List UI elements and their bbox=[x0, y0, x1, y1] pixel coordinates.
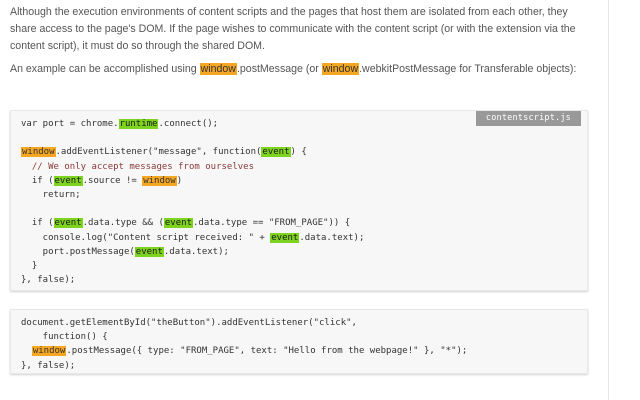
example-text-3: .webkitPostMessage for Transferable obje… bbox=[359, 63, 577, 75]
code-block-webpage[interactable]: document.getElementById("theButton").add… bbox=[10, 309, 588, 374]
code-comment-line: // We only accept messages from ourselve… bbox=[21, 161, 254, 172]
code-filename-tab: contentscript.js bbox=[475, 111, 581, 126]
right-divider bbox=[608, 0, 609, 400]
code-line: var port = chrome.runtime.connect(); bbox=[21, 119, 219, 129]
code-line: window.postMessage({ type: "FROM_PAGE", … bbox=[31, 346, 468, 357]
code-line: if (event.data.type && (event.data.type … bbox=[21, 218, 351, 229]
intro-paragraph: Although the execution environments of c… bbox=[10, 6, 576, 52]
code-line: }, false); bbox=[21, 275, 76, 286]
code-line: console.log("Content script received: " … bbox=[21, 232, 365, 243]
code-line: return; bbox=[21, 190, 81, 201]
code-line: if (event.source != window) bbox=[21, 175, 183, 186]
code-block-contentscript[interactable]: contentscript.js var port = chrome.runti… bbox=[10, 110, 588, 291]
code-line: function() { bbox=[21, 332, 108, 343]
code-line: document.getElementById("theButton").add… bbox=[21, 318, 357, 328]
code-line: window.addEventListener("message", funct… bbox=[21, 147, 307, 158]
example-text-1: An example can be accomplished using bbox=[10, 63, 200, 75]
code-line: port.postMessage(event.data.text); bbox=[21, 246, 229, 257]
example-text-2: .postMessage (or bbox=[236, 63, 322, 75]
code-line: } bbox=[21, 261, 38, 272]
highlight-window-1: window bbox=[199, 63, 237, 75]
code-webpage: document.getElementById("theButton").add… bbox=[21, 316, 467, 373]
highlight-window-2: window bbox=[321, 63, 360, 75]
example-paragraph: An example can be accomplished using win… bbox=[10, 61, 590, 78]
code-line: }, false); bbox=[21, 360, 76, 371]
code-contentscript: var port = chrome.runtime.connect(); win… bbox=[21, 117, 364, 287]
